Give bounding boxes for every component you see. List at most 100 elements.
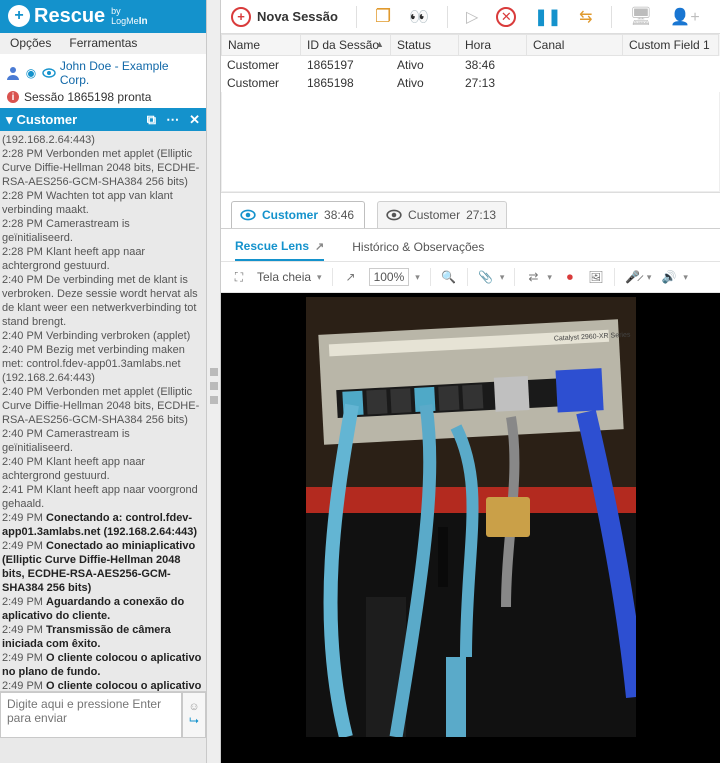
- log-line: 2:49 PM Aguardando a conexão do aplicati…: [2, 595, 202, 623]
- log-line: 2:40 PM Camerastream is geïnitialiseerd.: [2, 427, 202, 455]
- attach-icon[interactable]: 📎: [478, 269, 494, 285]
- record-icon[interactable]: ⏺: [562, 269, 578, 285]
- brand-plus-icon: +: [8, 5, 30, 27]
- log-line: 2:40 PM Verbinding verbroken (applet): [2, 329, 202, 343]
- panel-close-icon[interactable]: ✕: [189, 112, 200, 128]
- svg-text:i: i: [12, 92, 15, 103]
- customer-panel-header: ▾ Customer ⧉ ⋯ ✕: [0, 108, 206, 131]
- customer-tab[interactable]: Customer 27:13: [377, 201, 507, 229]
- cell-name: Customer: [221, 56, 301, 74]
- log-line: 2:40 PM De verbinding met de klant is ve…: [2, 273, 202, 329]
- presence-icon: ◉: [24, 66, 38, 80]
- table-row[interactable]: Customer1865197Ativo38:46: [221, 56, 720, 74]
- stop-icon[interactable]: ✕: [496, 7, 516, 27]
- add-user-icon[interactable]: 👤+: [670, 7, 699, 27]
- cell-id: 1865198: [301, 74, 391, 92]
- cell-time: 38:46: [459, 56, 527, 74]
- customer-tab[interactable]: Customer 38:46: [231, 201, 365, 229]
- fullscreen-label[interactable]: Tela cheia: [257, 270, 311, 284]
- zoom-value[interactable]: 100%: [369, 268, 410, 286]
- log-line: 2:28 PM Klant heeft app naar achtergrond…: [2, 245, 202, 273]
- menu-tools[interactable]: Ferramentas: [69, 36, 137, 50]
- eye-icon: [386, 207, 402, 223]
- mic-off-icon[interactable]: 🎤̷: [625, 269, 641, 285]
- chat-send-button[interactable]: ☺ ⮡: [182, 692, 206, 738]
- cell-custom1: [623, 74, 719, 92]
- panel-more-icon[interactable]: ⋯: [166, 112, 179, 128]
- tab-time: 38:46: [324, 208, 354, 222]
- col-id[interactable]: ID da Sessão▲: [301, 34, 391, 56]
- eye-icon: [42, 66, 56, 80]
- new-session-button[interactable]: + Nova Sessão: [231, 7, 338, 27]
- plus-icon: +: [231, 7, 251, 27]
- subtab-rescue-lens[interactable]: Rescue Lens ↗: [235, 239, 324, 261]
- log-line: 2:49 PM O cliente colocou o aplicativo e…: [2, 679, 202, 691]
- info-icon: i: [6, 90, 20, 104]
- table-row[interactable]: Customer1865198Ativo27:13: [221, 74, 720, 92]
- cell-status: Ativo: [391, 56, 459, 74]
- menu-options[interactable]: Opções: [10, 36, 51, 50]
- video-stream-area: Catalyst 2960-XR Series: [221, 293, 720, 763]
- tab-time: 27:13: [466, 208, 496, 222]
- play-icon[interactable]: ▷: [466, 7, 478, 27]
- main-toolbar: + Nova Sessão ❐ 👀 ▷ ✕ ❚❚ ⇆ 🖥 👤+: [221, 0, 720, 34]
- cell-id: 1865197: [301, 56, 391, 74]
- cell-name: Customer: [221, 74, 301, 92]
- camera-feed: Catalyst 2960-XR Series: [306, 297, 636, 737]
- log-line: 2:49 PM Conectado ao miniaplicativo (Ell…: [2, 539, 202, 595]
- viewer-toolbar: ⛶ Tela cheia ▾ ↗ 100% ▾ 🔍 📎 ▾ ⇄ ▾ ⏺ 🖼 🎤̷: [221, 262, 720, 293]
- col-name[interactable]: Name: [221, 34, 301, 56]
- col-time[interactable]: Hora: [459, 34, 527, 56]
- eye-icon: [240, 207, 256, 223]
- log-line: 2:40 PM Bezig met verbinding maken met: …: [2, 343, 202, 385]
- devices-icon[interactable]: 🖥: [630, 6, 653, 27]
- brand-byline: by LogMeIn: [111, 6, 147, 27]
- subtab-history[interactable]: Histórico & Observações: [352, 239, 484, 261]
- pause-icon[interactable]: ❚❚: [534, 7, 561, 27]
- snapshot-icon[interactable]: 🖼: [588, 269, 604, 285]
- zoom-caret-icon[interactable]: ▾: [415, 272, 420, 283]
- tree-user-label[interactable]: John Doe - Example Corp.: [60, 59, 200, 87]
- log-line: 2:49 PM Transmissão de câmera iniciada c…: [2, 623, 202, 651]
- fit-icon[interactable]: ↗: [343, 269, 359, 285]
- popout-icon[interactable]: ↗: [315, 240, 324, 253]
- send-arrow-icon[interactable]: ⮡: [189, 713, 199, 728]
- col-custom1[interactable]: Custom Field 1: [623, 34, 719, 56]
- swap-screen-icon[interactable]: ⇄: [525, 269, 541, 285]
- session-status-text: Sessão 1865198 pronta: [24, 90, 151, 104]
- log-line: 2:49 PM Conectando a: control.fdev-app01…: [2, 511, 202, 539]
- customer-tabstrip: Customer 38:46Customer 27:13: [221, 193, 720, 229]
- sort-asc-icon: ▲: [375, 39, 384, 49]
- tab-label: Customer: [408, 208, 460, 222]
- emoji-icon[interactable]: ☺: [188, 701, 199, 713]
- brand-product: Rescue: [34, 5, 105, 28]
- cell-custom1: [623, 56, 719, 74]
- speaker-icon[interactable]: 🔊: [661, 269, 677, 285]
- screens-icon[interactable]: ❐: [375, 6, 391, 27]
- cell-channel: [527, 74, 623, 92]
- splitter-handle[interactable]: [207, 0, 221, 763]
- binoculars-icon[interactable]: 👀: [409, 7, 429, 27]
- fullscreen-icon[interactable]: ⛶: [231, 269, 247, 285]
- tab-label: Customer: [262, 208, 318, 222]
- col-channel[interactable]: Canal: [527, 34, 623, 56]
- log-line: 2:40 PM Klant heeft app naar achtergrond…: [2, 455, 202, 483]
- transfer-icon[interactable]: ⇆: [579, 7, 592, 27]
- log-line: 2:28 PM Wachten tot app van klant verbin…: [2, 189, 202, 217]
- log-line: 2:49 PM O cliente colocou o aplicativo n…: [2, 651, 202, 679]
- user-icon: [6, 66, 20, 80]
- cell-channel: [527, 56, 623, 74]
- chat-input[interactable]: [0, 692, 182, 738]
- log-line: 2:41 PM Klant heeft app naar voorgrond g…: [2, 483, 202, 511]
- cell-status: Ativo: [391, 74, 459, 92]
- magnify-icon[interactable]: 🔍: [441, 269, 457, 285]
- col-status[interactable]: Status: [391, 34, 459, 56]
- cell-time: 27:13: [459, 74, 527, 92]
- session-log: (192.168.2.64:443) 2:28 PM Verbonden met…: [0, 131, 206, 691]
- fullscreen-caret-icon[interactable]: ▾: [317, 272, 322, 283]
- brand-banner: + Rescue by LogMeIn: [0, 0, 206, 33]
- panel-popout-icon[interactable]: ⧉: [147, 112, 156, 128]
- log-line: 2:28 PM Camerastream is geïnitialiseerd.: [2, 217, 202, 245]
- log-line: 2:28 PM Verbonden met applet (Elliptic C…: [2, 147, 202, 189]
- log-line: 2:40 PM Verbonden met applet (Elliptic C…: [2, 385, 202, 427]
